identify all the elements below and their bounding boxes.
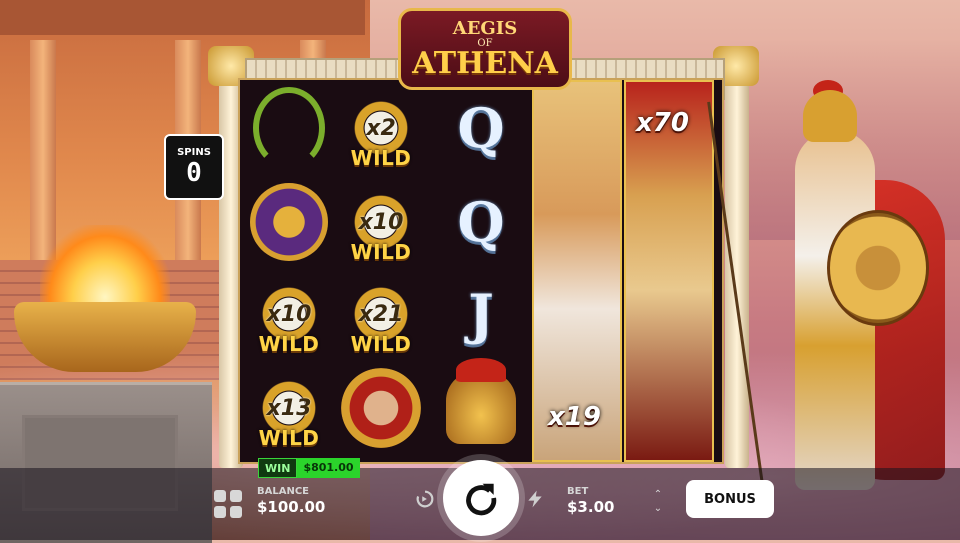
owl-laurel-icon: x13 WILD (251, 370, 327, 450)
owl-laurel-icon: x2 WILD (343, 90, 419, 170)
free-spins-counter: SPINS 0 (164, 134, 224, 200)
multiplier-label: x21 (358, 301, 404, 327)
menu-grid-square (230, 506, 242, 518)
spin-button[interactable] (443, 460, 519, 536)
multiplier-label: x10 (266, 301, 312, 327)
q-symbol: Q (457, 190, 505, 254)
bet-value: $3.00 (567, 498, 615, 516)
symbol-card-q: Q (436, 178, 526, 266)
menu-grid-square (214, 506, 226, 518)
menu-grid-square (214, 490, 226, 502)
logo-line-3: ATHENA (412, 45, 558, 81)
bet-up-arrow[interactable]: ⌃ (651, 488, 665, 502)
expanded-wild-reel-5: x70 (624, 80, 714, 462)
multiplier-label: x2 (366, 115, 396, 141)
bet-down-arrow[interactable]: ⌄ (651, 502, 665, 516)
balance-label: BALANCE (257, 486, 310, 497)
symbol-athena-warrior (336, 364, 426, 452)
logo-line-1: AEGIS (452, 17, 518, 39)
win-label: WIN (258, 458, 298, 478)
symbol-owl-wild: x10 WILD (244, 270, 334, 358)
game-logo: AEGIS OF ATHENA (398, 8, 572, 90)
symbol-owl-wild: x13 WILD (244, 364, 334, 452)
medusa-shield-icon (827, 210, 929, 326)
symbol-spartan-helmet (436, 358, 526, 452)
autoplay-icon[interactable] (410, 484, 440, 514)
athena-character (707, 80, 955, 510)
laurel-wreath-icon (253, 87, 325, 169)
spins-value: 0 (186, 157, 202, 188)
medusa-medallion-icon (250, 183, 328, 261)
reel4-multiplier: x19 (548, 402, 601, 432)
wild-label: WILD (350, 332, 412, 356)
expanded-wild-reel-4: x19 (532, 80, 622, 462)
wild-label: WILD (350, 146, 412, 170)
owl-laurel-icon: x21 WILD (343, 276, 419, 356)
win-value: $801.00 (297, 458, 360, 478)
reel5-multiplier: x70 (636, 108, 689, 138)
owl-laurel-icon: x10 WILD (343, 184, 419, 264)
symbol-medusa-medallion (244, 178, 334, 266)
spin-icon (466, 483, 497, 516)
symbol-owl-wild: x21 WILD (336, 270, 426, 358)
win-badge: WIN $801.00 (258, 458, 360, 478)
multiplier-label: x13 (266, 395, 312, 421)
owl-laurel-icon: x10 WILD (251, 276, 327, 356)
j-symbol: J (468, 282, 494, 346)
symbol-laurel-wreath (244, 84, 334, 172)
athena-helmet-icon (803, 90, 857, 142)
wild-label: WILD (350, 240, 412, 264)
symbol-card-q: Q (436, 84, 526, 172)
symbol-card-j: J (436, 270, 526, 358)
spins-label: SPINS (177, 146, 211, 158)
symbol-owl-wild: x10 WILD (336, 178, 426, 266)
balance-value: $100.00 (257, 498, 326, 516)
wild-label: WILD (258, 332, 320, 356)
warrior-portrait-icon (341, 368, 421, 448)
wild-label: WILD (258, 426, 320, 450)
multiplier-label: x10 (358, 209, 404, 235)
q-symbol: Q (457, 96, 505, 160)
menu-grid-square (230, 490, 242, 502)
spartan-helmet-icon (446, 358, 516, 444)
bet-arrows-icon[interactable]: ⌃ ⌄ (651, 488, 665, 518)
menu-grid-icon[interactable] (214, 490, 242, 518)
brazier-bowl (14, 302, 196, 372)
symbol-owl-wild: x2 WILD (336, 84, 426, 172)
bet-label: BET (567, 486, 589, 497)
turbo-icon[interactable] (520, 484, 550, 514)
bonus-button[interactable]: BONUS (686, 480, 774, 518)
